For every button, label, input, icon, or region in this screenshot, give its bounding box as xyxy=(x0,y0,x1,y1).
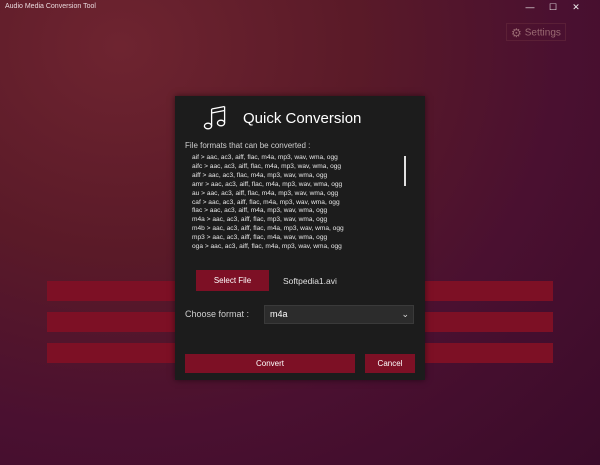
format-list-item: amr > aac, ac3, aiff, flac, m4a, mp3, wa… xyxy=(192,180,343,188)
chevron-down-icon: ⌄ xyxy=(401,309,409,319)
convert-button[interactable]: Convert xyxy=(185,354,355,373)
settings-label: Settings xyxy=(524,27,561,39)
format-dropdown-value: m4a xyxy=(270,309,288,319)
title-bar: Audio Media Conversion Tool — ☐ ✕ xyxy=(0,0,600,14)
minimize-button[interactable]: — xyxy=(519,0,541,14)
close-button[interactable]: ✕ xyxy=(565,0,587,14)
quick-conversion-dialog: Quick Conversion File formats that can b… xyxy=(175,96,425,380)
selected-file-name: Softpedia1.avi xyxy=(283,276,337,286)
format-list-item: aif > aac, ac3, aiff, flac, m4a, mp3, wa… xyxy=(192,154,338,161)
settings-button[interactable]: ⚙ Settings xyxy=(506,23,566,41)
dialog-header: Quick Conversion xyxy=(175,96,425,140)
cancel-button[interactable]: Cancel xyxy=(365,354,415,373)
format-list-item: au > aac, ac3, aiff, flac, m4a, mp3, wav… xyxy=(192,189,339,197)
format-list-item: caf > aac, ac3, aiff, flac, m4a, mp3, wa… xyxy=(192,198,340,206)
gear-icon: ⚙ xyxy=(511,26,522,40)
formats-label: File formats that can be converted : xyxy=(185,141,311,150)
format-list-item: oga > aac, ac3, aiff, flac, m4a, mp3, wa… xyxy=(192,243,342,251)
formats-list[interactable]: aif > aac, ac3, aiff, flac, m4a, mp3, wa… xyxy=(185,154,407,257)
maximize-button[interactable]: ☐ xyxy=(542,0,564,14)
window-title: Audio Media Conversion Tool xyxy=(5,3,96,10)
format-list-item: mp3 > aac, ac3, aiff, flac, m4a, wav, wm… xyxy=(192,234,328,242)
choose-format-label: Choose format : xyxy=(185,309,250,319)
format-list-item: aiff > aac, ac3, flac, m4a, mp3, wav, wm… xyxy=(192,171,328,179)
music-note-icon xyxy=(203,105,226,130)
format-list-item: flac > aac, ac3, aiff, m4a, mp3, wav, wm… xyxy=(192,207,328,215)
dialog-title: Quick Conversion xyxy=(243,110,362,127)
format-list-item: aifc > aac, ac3, aiff, flac, m4a, mp3, w… xyxy=(192,162,342,170)
format-dropdown[interactable]: m4a ⌄ xyxy=(264,305,414,324)
format-list-item: m4b > aac, ac3, aiff, flac, m4a, mp3, wa… xyxy=(192,225,344,233)
format-list-item: m4a > aac, ac3, aiff, flac, mp3, wav, wm… xyxy=(192,216,328,224)
scrollbar-thumb[interactable] xyxy=(404,156,406,186)
select-file-button[interactable]: Select File xyxy=(196,270,269,291)
formats-scrollbar[interactable] xyxy=(404,156,407,256)
